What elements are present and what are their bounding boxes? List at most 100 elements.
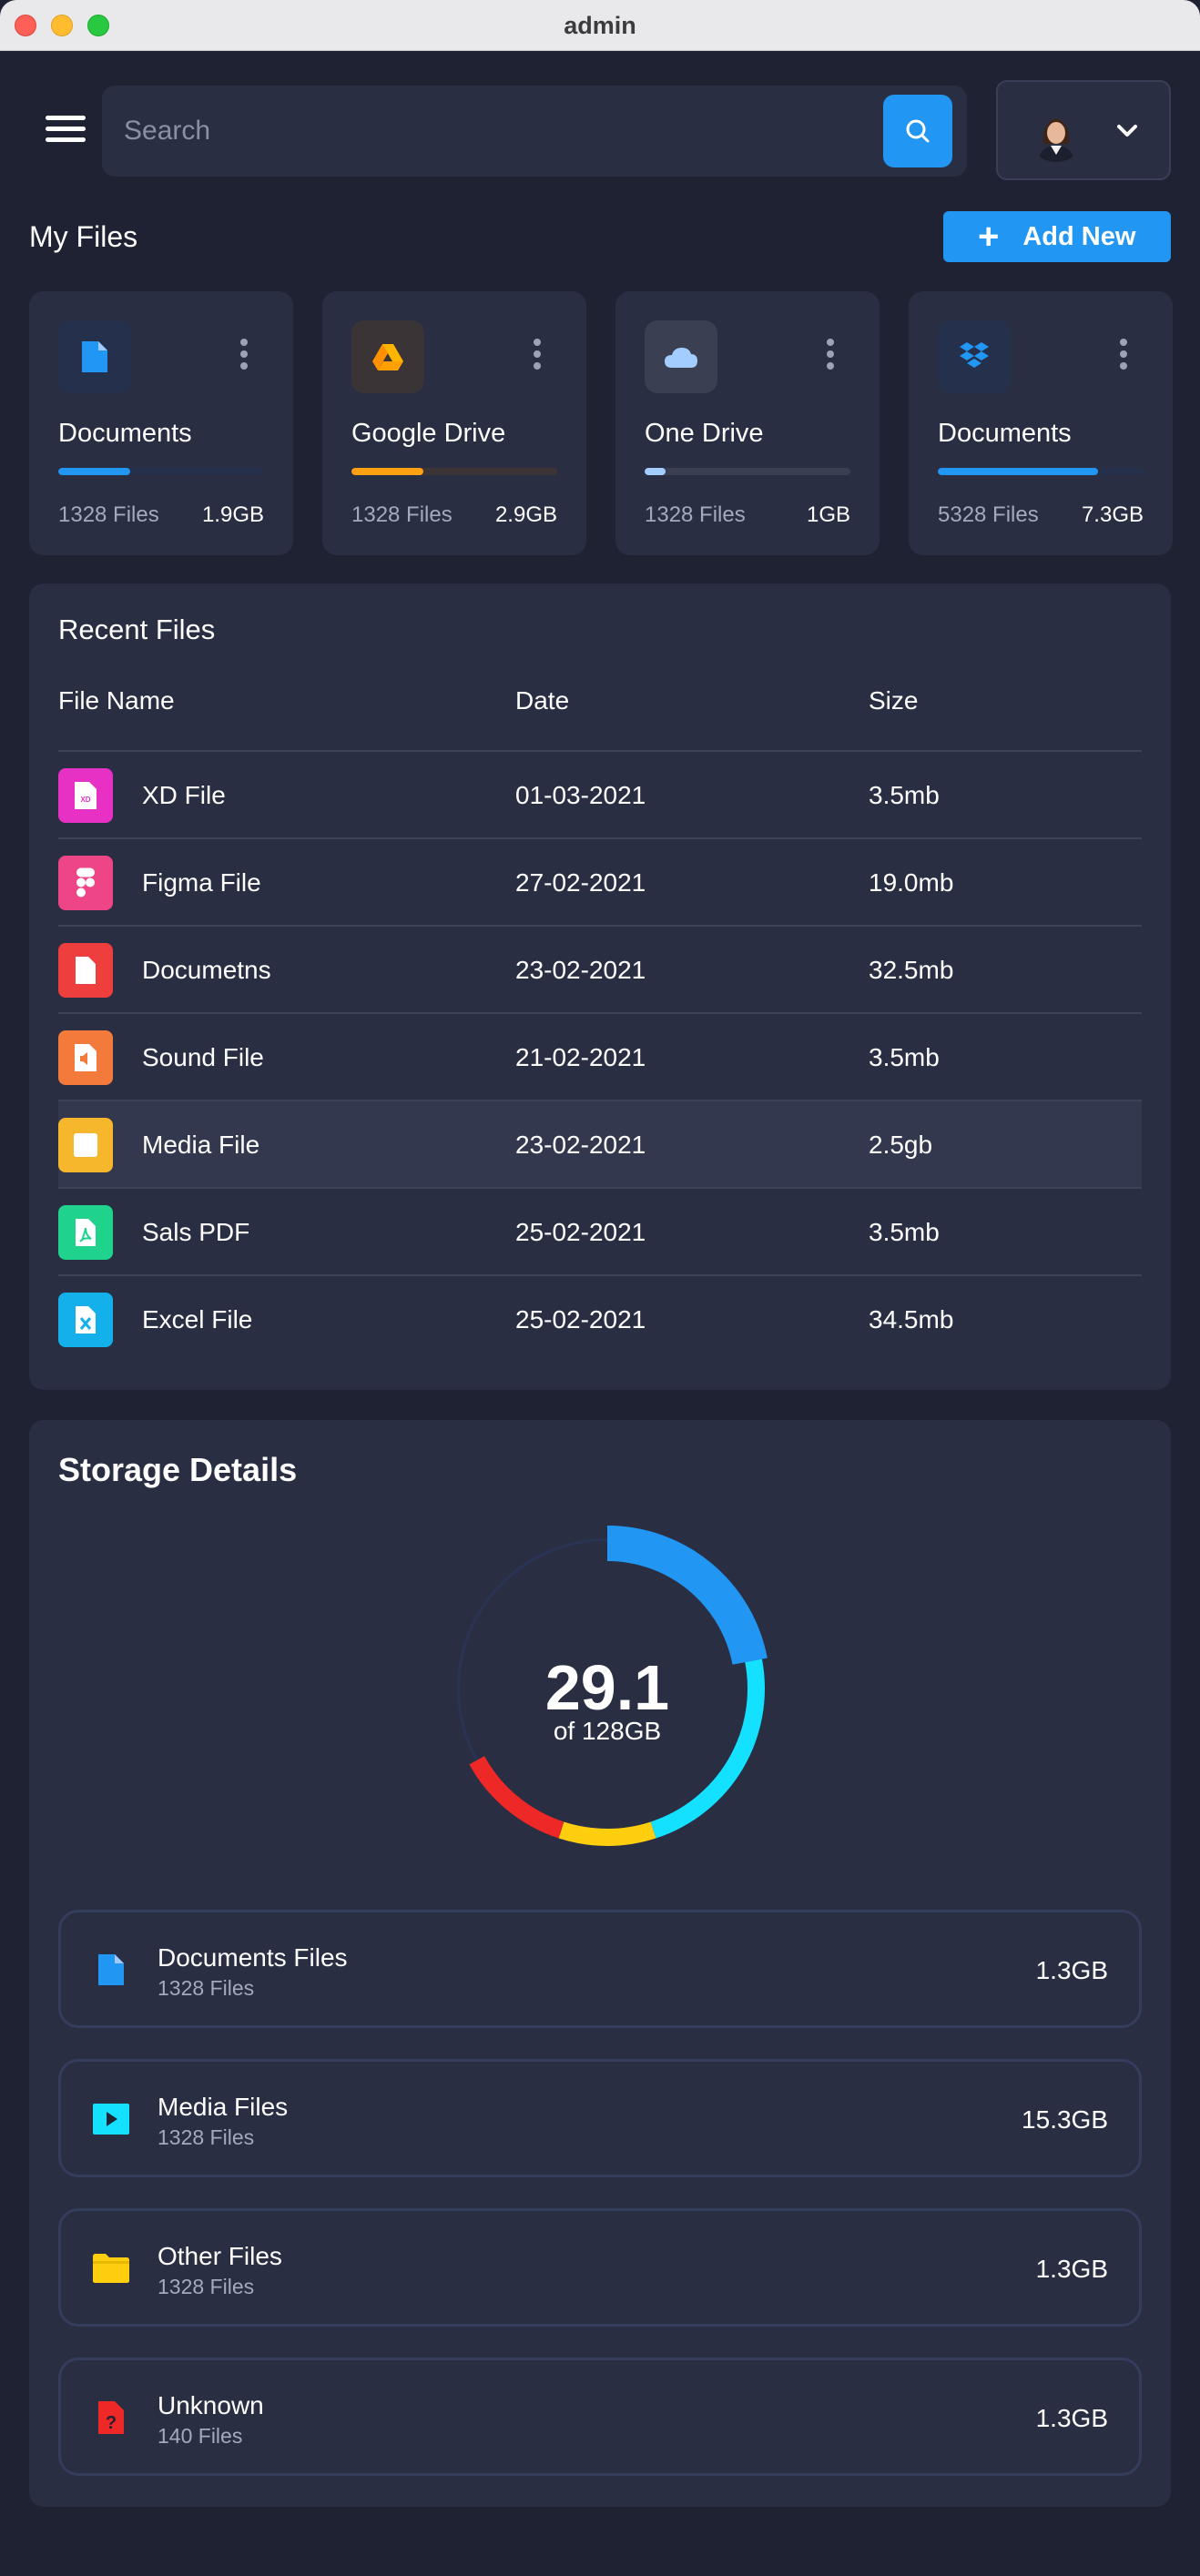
storage-item-size: 1.3GB	[1035, 1956, 1108, 1984]
plus-icon: +	[978, 217, 1000, 257]
card-size: 7.3GB	[1081, 502, 1144, 527]
storage-item-count: 1328 Files	[158, 2275, 255, 2298]
column-header-size[interactable]: Size	[869, 686, 918, 715]
file-date: 27-02-2021	[515, 868, 646, 897]
file-size: 3.5mb	[869, 1043, 940, 1071]
storage-item-size: 15.3GB	[1022, 2105, 1108, 2134]
card-title: Google Drive	[351, 419, 506, 448]
profile-menu[interactable]	[996, 80, 1171, 180]
storage-item-media-files[interactable]: Media Files 1328 Files 15.3GB	[58, 2059, 1142, 2177]
storage-item-documents-files[interactable]: Documents Files 1328 Files 1.3GB	[58, 1910, 1142, 2028]
table-row[interactable]: XD XD File 01-03-2021 3.5mb	[58, 750, 1142, 837]
figma-icon	[58, 856, 113, 910]
table-row[interactable]: Sals PDF 25-02-2021 3.5mb	[58, 1187, 1142, 1274]
file-date: 23-02-2021	[515, 956, 646, 984]
search-icon	[906, 119, 930, 143]
column-header-file-name[interactable]: File Name	[58, 686, 175, 715]
pdf-file-icon	[58, 1205, 113, 1260]
document-icon	[58, 320, 131, 393]
card-progress-bar	[645, 468, 850, 475]
file-size: 32.5mb	[869, 956, 954, 984]
donut-segment-3	[558, 1821, 656, 1846]
storage-card-3[interactable]: One Drive 1328 Files 1GB	[615, 291, 880, 555]
card-title: Documents	[58, 419, 192, 448]
storage-item-size: 1.3GB	[1035, 2255, 1108, 2283]
file-date: 23-02-2021	[515, 1131, 646, 1159]
hamburger-menu-icon[interactable]	[46, 116, 86, 147]
storage-card-2[interactable]: Google Drive 1328 Files 2.9GB	[322, 291, 586, 555]
card-file-count: 1328 Files	[645, 502, 746, 527]
donut-segment-4	[469, 1756, 564, 1839]
excel-file-icon	[58, 1293, 113, 1347]
storage-item-title: Documents Files	[158, 1943, 348, 1972]
svg-text:XD: XD	[80, 796, 90, 804]
dropbox-icon	[938, 320, 1011, 393]
media-file-icon	[58, 1118, 113, 1172]
file-size: 34.5mb	[869, 1305, 954, 1334]
file-size: 2.5gb	[869, 1131, 933, 1159]
card-file-count: 1328 Files	[58, 502, 159, 527]
more-options-icon[interactable]	[534, 339, 543, 371]
card-file-count: 1328 Files	[351, 502, 453, 527]
search-button[interactable]	[883, 95, 952, 167]
card-file-count: 5328 Files	[938, 502, 1039, 527]
table-row[interactable]: Figma File 27-02-2021 19.0mb	[58, 837, 1142, 925]
svg-text:?: ?	[106, 2413, 117, 2433]
table-row[interactable]: Media File 23-02-2021 2.5gb	[58, 1100, 1142, 1187]
card-size: 1.9GB	[201, 502, 264, 527]
xd-file-icon: XD	[58, 768, 113, 823]
more-options-icon[interactable]	[827, 339, 836, 371]
file-date: 21-02-2021	[515, 1043, 646, 1071]
window-title: admin	[564, 12, 636, 39]
storage-item-size: 1.3GB	[1035, 2404, 1108, 2432]
storage-used-value: 29.1	[544, 1652, 670, 1723]
recent-files-title: Recent Files	[58, 614, 216, 645]
storage-item-count: 1328 Files	[158, 2125, 255, 2149]
card-size: 2.9GB	[494, 502, 557, 527]
table-row[interactable]: Excel File 25-02-2021 34.5mb	[58, 1274, 1142, 1362]
file-size: 3.5mb	[869, 781, 940, 809]
storage-details-title: Storage Details	[58, 1451, 298, 1488]
card-title: Documents	[938, 419, 1072, 448]
storage-card-4[interactable]: Documents 5328 Files 7.3GB	[909, 291, 1173, 555]
column-header-date[interactable]: Date	[515, 686, 569, 715]
avatar	[1029, 107, 1083, 162]
storage-item-other-files[interactable]: Other Files 1328 Files 1.3GB	[58, 2208, 1142, 2327]
my-files-title: My Files	[29, 220, 138, 253]
add-new-label: Add New	[1022, 221, 1136, 251]
card-progress-bar	[938, 468, 1144, 475]
storage-card-1[interactable]: Documents 1328 Files 1.9GB	[29, 291, 293, 555]
storage-item-unknown[interactable]: ? Unknown 140 Files 1.3GB	[58, 2358, 1142, 2476]
more-options-icon[interactable]	[1120, 339, 1129, 371]
folder-icon	[88, 2246, 134, 2291]
file-name: Sound File	[142, 1043, 264, 1071]
file-size: 19.0mb	[869, 868, 954, 897]
file-name: Sals PDF	[142, 1218, 250, 1246]
google-drive-icon	[351, 320, 424, 393]
sound-file-icon	[58, 1030, 113, 1085]
media-icon	[88, 2096, 134, 2142]
file-name: Excel File	[142, 1305, 253, 1334]
more-options-icon[interactable]	[240, 339, 249, 371]
document-file-icon	[58, 943, 113, 998]
storage-item-count: 1328 Files	[158, 1976, 255, 2000]
storage-item-count: 140 Files	[158, 2424, 243, 2448]
card-size: 1GB	[806, 502, 850, 527]
storage-item-title: Other Files	[158, 2242, 282, 2270]
add-new-button[interactable]: + Add New	[943, 211, 1171, 262]
window-titlebar: admin	[0, 0, 1200, 51]
file-date: 25-02-2021	[515, 1305, 646, 1334]
search-input[interactable]	[124, 109, 870, 153]
file-size: 3.5mb	[869, 1218, 940, 1246]
card-title: One Drive	[645, 419, 764, 448]
card-progress-bar	[58, 468, 264, 475]
file-date: 25-02-2021	[515, 1218, 646, 1246]
table-row[interactable]: Documetns 23-02-2021 32.5mb	[58, 925, 1142, 1012]
table-row[interactable]: Sound File 21-02-2021 3.5mb	[58, 1012, 1142, 1100]
file-name: XD File	[142, 781, 226, 809]
file-name: Figma File	[142, 868, 261, 897]
donut-segment-1	[607, 1526, 768, 1665]
cloud-icon	[645, 320, 717, 393]
card-progress-bar	[351, 468, 557, 475]
chevron-down-icon	[1117, 125, 1137, 137]
